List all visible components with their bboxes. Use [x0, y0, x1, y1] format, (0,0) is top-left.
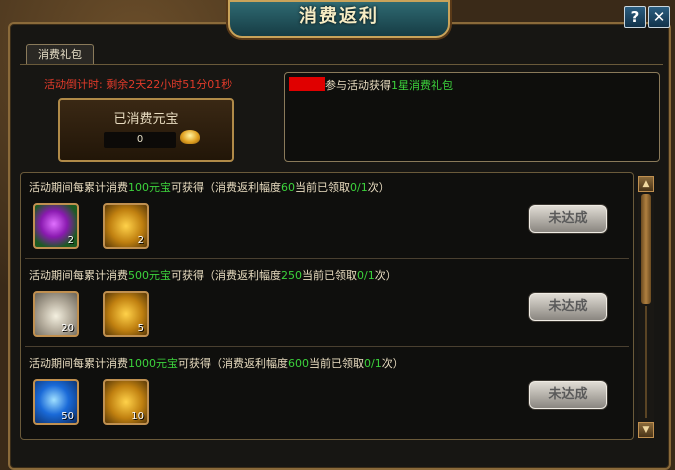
message-panel: 参与活动获得1星消费礼包: [284, 72, 660, 162]
item-count: 50: [61, 411, 74, 422]
gold-bag-icon[interactable]: 5: [103, 291, 149, 337]
spent-value: 0: [104, 132, 176, 148]
condition-rebate: 250: [281, 269, 302, 282]
item-count: 2: [137, 235, 144, 246]
purple-gem-icon[interactable]: 2: [33, 203, 79, 249]
spent-panel: 已消费元宝 0: [58, 98, 234, 162]
condition-mid: 可获得（消费返利幅度: [178, 357, 288, 370]
condition-suffix: 次）: [381, 357, 404, 370]
countdown-label: 活动倒计时:: [44, 78, 103, 91]
condition-prefix: 活动期间每累计消费: [29, 357, 128, 370]
countdown-value: 剩余2天22小时51分01秒: [106, 78, 233, 91]
redacted-player-name: [289, 77, 325, 91]
window-title: 消费返利: [299, 6, 379, 27]
condition-claimed-text: 当前已领取: [295, 181, 350, 194]
blue-gem-icon[interactable]: 50: [33, 379, 79, 425]
condition-mid: 可获得（消费返利幅度: [171, 181, 281, 194]
message-prefix: 参与活动获得: [325, 79, 391, 92]
tab-consume-gift[interactable]: 消费礼包: [26, 44, 94, 65]
condition-amount: 1000元宝: [128, 357, 178, 370]
item-count: 2: [67, 235, 74, 246]
condition-suffix: 次）: [374, 269, 397, 282]
reward-row: 活动期间每累计消费500元宝可获得（消费返利幅度250当前已领取0/1次） 20…: [21, 261, 633, 347]
scroll-track: [645, 306, 647, 418]
reward-condition: 活动期间每累计消费100元宝可获得（消费返利幅度60当前已领取0/1次）: [29, 179, 390, 195]
condition-claimed: 0/1: [350, 181, 368, 194]
condition-claimed: 0/1: [357, 269, 375, 282]
reward-condition: 活动期间每累计消费1000元宝可获得（消费返利幅度600当前已领取0/1次）: [29, 355, 404, 371]
condition-amount: 100元宝: [128, 181, 171, 194]
reward-list: 活动期间每累计消费100元宝可获得（消费返利幅度60当前已领取0/1次） 2 2…: [20, 172, 634, 440]
unachieved-button[interactable]: 未达成: [529, 293, 607, 321]
item-count: 10: [131, 411, 144, 422]
scroll-down-arrow-icon[interactable]: ▼: [638, 422, 654, 438]
reward-row: 活动期间每累计消费100元宝可获得（消费返利幅度60当前已领取0/1次） 2 2…: [21, 173, 633, 259]
gold-bag-icon[interactable]: 10: [103, 379, 149, 425]
spent-label: 已消费元宝: [113, 112, 179, 127]
condition-claimed: 0/1: [364, 357, 382, 370]
close-button[interactable]: ✕: [648, 6, 670, 28]
condition-rebate: 60: [281, 181, 295, 194]
condition-rebate: 600: [288, 357, 309, 370]
reward-row: 活动期间每累计消费1000元宝可获得（消费返利幅度600当前已领取0/1次） 5…: [21, 349, 633, 435]
gold-ingot-icon: [180, 130, 200, 144]
row-divider: [25, 346, 629, 347]
reward-condition: 活动期间每累计消费500元宝可获得（消费返利幅度250当前已领取0/1次）: [29, 267, 397, 283]
item-count: 20: [61, 323, 74, 334]
title-plate: 消费返利: [228, 0, 450, 38]
condition-claimed-text: 当前已领取: [302, 269, 357, 282]
unachieved-button[interactable]: 未达成: [529, 205, 607, 233]
condition-claimed-text: 当前已领取: [309, 357, 364, 370]
condition-amount: 500元宝: [128, 269, 171, 282]
countdown: 活动倒计时: 剩余2天22小时51分01秒: [44, 76, 232, 92]
help-button[interactable]: ?: [624, 6, 646, 28]
message-highlight: 1星消费礼包: [391, 79, 453, 92]
scroll-thumb[interactable]: [641, 194, 651, 304]
condition-prefix: 活动期间每累计消费: [29, 269, 128, 282]
tab-divider: [20, 64, 663, 65]
unachieved-button[interactable]: 未达成: [529, 381, 607, 409]
item-count: 5: [137, 323, 144, 334]
condition-suffix: 次）: [367, 181, 390, 194]
gold-bag-icon[interactable]: 2: [103, 203, 149, 249]
condition-mid: 可获得（消费返利幅度: [171, 269, 281, 282]
condition-prefix: 活动期间每累计消费: [29, 181, 128, 194]
row-divider: [25, 258, 629, 259]
message-text: 参与活动获得1星消费礼包: [325, 77, 453, 93]
pearls-icon[interactable]: 20: [33, 291, 79, 337]
scrollbar[interactable]: ▲ ▼: [638, 176, 654, 438]
scroll-up-arrow-icon[interactable]: ▲: [638, 176, 654, 192]
